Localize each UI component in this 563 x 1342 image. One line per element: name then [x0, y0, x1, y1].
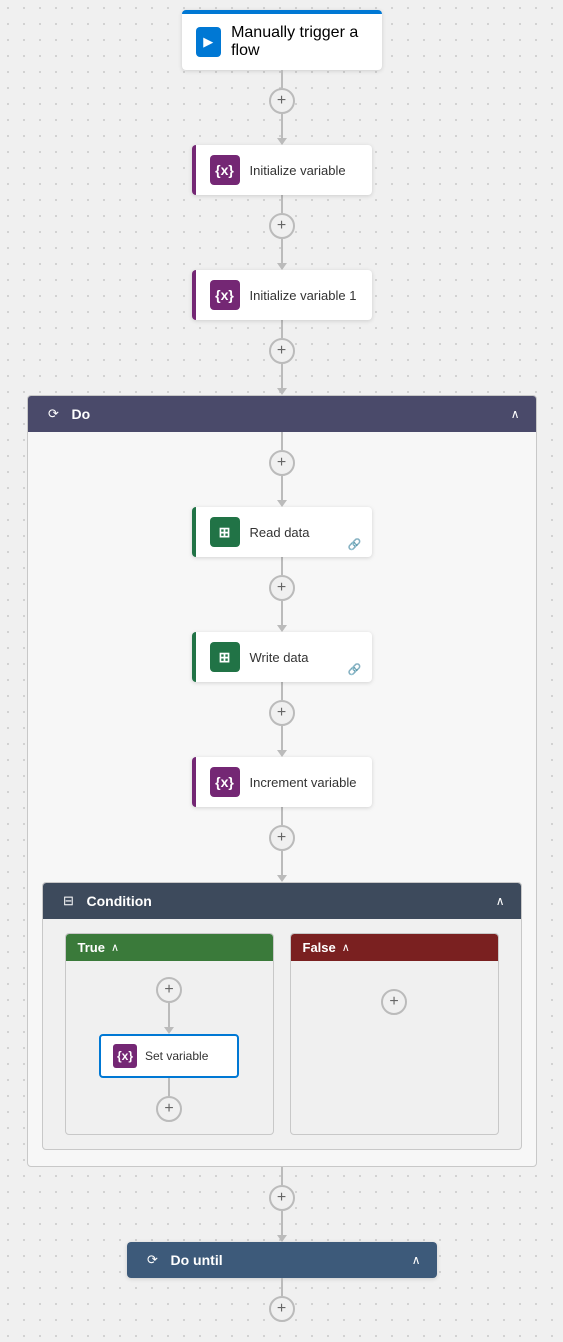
add-button-2[interactable]: +	[269, 213, 295, 239]
trigger-card[interactable]: ▶ Manually trigger a flow	[182, 10, 382, 70]
do-until-icon: ⟳	[143, 1250, 163, 1270]
add-button-false[interactable]: +	[381, 989, 407, 1015]
increment-variable-label: Increment variable	[250, 775, 357, 790]
arrow-1	[277, 138, 287, 145]
add-button-6[interactable]: +	[269, 700, 295, 726]
read-data-card[interactable]: ⊞ Read data 🔗	[192, 507, 372, 557]
condition-label: Condition	[87, 893, 152, 909]
write-data-card[interactable]: ⊞ Write data 🔗	[192, 632, 372, 682]
do-until-block: ⟳ Do until ∧	[127, 1242, 437, 1278]
write-data-link-icon: 🔗	[348, 663, 362, 676]
add-button-3[interactable]: +	[269, 338, 295, 364]
trigger-icon: ▶	[196, 27, 222, 57]
connector-line-3	[281, 195, 283, 213]
do-until-chevron: ∧	[412, 1253, 421, 1267]
connector-line-5	[281, 320, 283, 338]
write-data-icon: ⊞	[210, 642, 240, 672]
connector-line-7	[281, 432, 283, 450]
add-button-1[interactable]: +	[269, 88, 295, 114]
arrow-3	[277, 388, 287, 395]
connector-line-14	[281, 851, 283, 869]
read-data-link-icon: 🔗	[348, 538, 362, 551]
connector-line-12	[281, 726, 283, 744]
condition-header[interactable]: ⊟ Condition ∧	[43, 883, 521, 919]
do-content: + ⊞ Read data 🔗 + ⊞ Write data 🔗 +	[28, 432, 536, 1150]
set-variable-card[interactable]: {x} Set variable	[99, 1034, 239, 1078]
true-branch-label: True	[78, 940, 105, 955]
connector-line-6	[281, 364, 283, 382]
false-branch-content: +	[291, 961, 498, 1027]
add-button-5[interactable]: +	[269, 575, 295, 601]
do-icon: ⟳	[44, 404, 64, 424]
false-branch-label: False	[303, 940, 336, 955]
arrow-7	[277, 875, 287, 882]
do-header[interactable]: ⟳ Do ∧	[28, 396, 536, 432]
increment-variable-icon: {x}	[210, 767, 240, 797]
connector-line-11	[281, 682, 283, 700]
connector-line-8	[281, 476, 283, 494]
init-variable-1-card[interactable]: {x} Initialize variable 1	[192, 270, 372, 320]
connector-line-10	[281, 601, 283, 619]
do-label: Do	[72, 406, 91, 422]
arrow-5	[277, 625, 287, 632]
false-branch-header[interactable]: False ∧	[291, 934, 498, 961]
init-variable-icon: {x}	[210, 155, 240, 185]
arrow-6	[277, 750, 287, 757]
add-button-true[interactable]: +	[156, 977, 182, 1003]
arrow-4	[277, 500, 287, 507]
do-block: ⟳ Do ∧ + ⊞ Read data 🔗 + ⊞	[27, 395, 537, 1167]
connector-line-15	[281, 1167, 283, 1185]
condition-icon: ⊟	[59, 891, 79, 911]
condition-branches: True ∧ + {x} Set	[53, 933, 511, 1135]
do-until-label: Do until	[171, 1252, 223, 1268]
true-chevron: ∧	[111, 941, 119, 954]
true-branch: True ∧ + {x} Set	[65, 933, 274, 1135]
arrow-8	[277, 1235, 287, 1242]
do-chevron: ∧	[511, 407, 520, 421]
connector-line-true-2	[168, 1078, 170, 1096]
init-variable-card[interactable]: {x} Initialize variable	[192, 145, 372, 195]
connector-line-true	[168, 1003, 170, 1021]
connector-line-9	[281, 557, 283, 575]
connector-line-2	[281, 114, 283, 132]
read-data-label: Read data	[250, 525, 310, 540]
connector-line-1	[281, 70, 283, 88]
connector-line-4	[281, 239, 283, 257]
true-branch-content: + {x} Set variable +	[66, 961, 273, 1134]
flow-canvas: ▶ Manually trigger a flow + {x} Initiali…	[0, 0, 563, 1342]
write-data-label: Write data	[250, 650, 309, 665]
set-variable-icon: {x}	[113, 1044, 137, 1068]
arrow-true	[164, 1027, 174, 1034]
arrow-2	[277, 263, 287, 270]
add-button-9[interactable]: +	[269, 1296, 295, 1322]
condition-block: ⊟ Condition ∧ True ∧	[42, 882, 522, 1150]
false-chevron: ∧	[342, 941, 350, 954]
false-branch: False ∧ +	[290, 933, 499, 1135]
init-variable-1-label: Initialize variable 1	[250, 288, 357, 303]
init-variable-1-icon: {x}	[210, 280, 240, 310]
init-variable-label: Initialize variable	[250, 163, 346, 178]
read-data-icon: ⊞	[210, 517, 240, 547]
connector-line-16	[281, 1211, 283, 1229]
add-button-8[interactable]: +	[269, 1185, 295, 1211]
add-button-4[interactable]: +	[269, 450, 295, 476]
connector-line-17	[281, 1278, 283, 1296]
true-branch-header[interactable]: True ∧	[66, 934, 273, 961]
do-until-header[interactable]: ⟳ Do until ∧	[127, 1242, 437, 1278]
condition-chevron: ∧	[496, 894, 505, 908]
add-button-7[interactable]: +	[269, 825, 295, 851]
connector-line-13	[281, 807, 283, 825]
increment-variable-card[interactable]: {x} Increment variable	[192, 757, 372, 807]
set-variable-label: Set variable	[145, 1049, 208, 1063]
trigger-label: Manually trigger a flow	[231, 24, 367, 60]
condition-content: True ∧ + {x} Set	[43, 919, 521, 1149]
add-button-true-2[interactable]: +	[156, 1096, 182, 1122]
